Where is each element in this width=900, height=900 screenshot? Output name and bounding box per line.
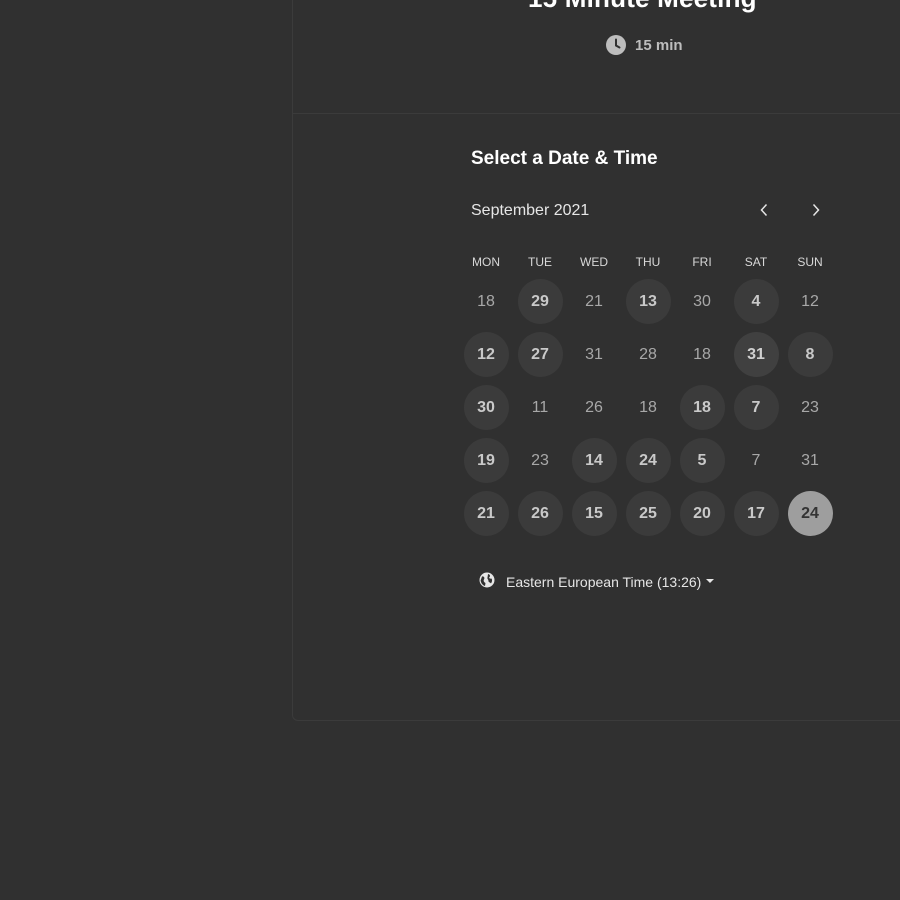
available-day-button[interactable]: 13 xyxy=(625,279,671,324)
calendar-cell: 8 xyxy=(783,328,837,381)
unavailable-day: 21 xyxy=(585,292,603,310)
clock-icon xyxy=(606,35,626,55)
calendar-cell: 24 xyxy=(621,434,675,487)
calendar-cell: 24 xyxy=(783,487,837,540)
calendar-cell: 20 xyxy=(675,487,729,540)
available-day-button[interactable]: 4 xyxy=(733,279,779,324)
available-day-button[interactable]: 27 xyxy=(517,332,563,377)
calendar-cell: 27 xyxy=(513,328,567,381)
available-day-button[interactable]: 29 xyxy=(517,279,563,324)
calendar-cell: 18 xyxy=(621,381,675,434)
unavailable-day: 30 xyxy=(693,292,711,310)
caret-down-icon xyxy=(706,578,715,583)
next-month-button[interactable] xyxy=(804,200,828,224)
calendar-cell: 30 xyxy=(675,275,729,328)
weekday-label: TUE xyxy=(528,255,552,269)
calendar-cell: 12 xyxy=(459,328,513,381)
available-day-button[interactable]: 12 xyxy=(463,332,509,377)
weekday-label: SUN xyxy=(797,255,823,269)
calendar-cell: 5 xyxy=(675,434,729,487)
calendar-grid: 18 29 21 13 30 4 12 12 27 31 28 18 31 8 30 11 26 18 18 7 23 1… xyxy=(459,275,837,540)
calendar-cell: 26 xyxy=(567,381,621,434)
calendar-cell: 30 xyxy=(459,381,513,434)
selected-day-button[interactable]: 24 xyxy=(787,491,833,536)
calendar-cell: 14 xyxy=(567,434,621,487)
event-header: 15 Minute Meeting 15 min xyxy=(293,0,900,114)
previous-month-button[interactable] xyxy=(752,200,776,224)
calendar-cell: 7 xyxy=(729,434,783,487)
unavailable-day: 11 xyxy=(531,398,549,416)
calendar-cell: 25 xyxy=(621,487,675,540)
event-duration: 15 min xyxy=(606,35,683,55)
available-day-button[interactable]: 5 xyxy=(679,438,725,483)
calendar-cell: 17 xyxy=(729,487,783,540)
unavailable-day: 7 xyxy=(751,451,761,469)
month-label: September 2021 xyxy=(471,202,590,219)
available-day-button[interactable]: 31 xyxy=(733,332,779,377)
available-day-button[interactable]: 19 xyxy=(463,438,509,483)
unavailable-day: 31 xyxy=(801,451,819,469)
available-day-button[interactable]: 20 xyxy=(679,491,725,536)
timezone-selector[interactable]: Eastern European Time (13:26) xyxy=(479,572,715,591)
calendar-cell: 26 xyxy=(513,487,567,540)
calendar-cell: 7 xyxy=(729,381,783,434)
available-day-button[interactable]: 7 xyxy=(733,385,779,430)
unavailable-day: 12 xyxy=(801,292,819,310)
duration-label: 15 min xyxy=(635,36,683,54)
event-title: 15 Minute Meeting xyxy=(528,0,757,14)
available-day-button[interactable]: 15 xyxy=(571,491,617,536)
available-day-button[interactable]: 8 xyxy=(787,332,833,377)
available-day-button[interactable]: 25 xyxy=(625,491,671,536)
weekday-label: FRI xyxy=(692,255,712,269)
weekday-label: WED xyxy=(580,255,608,269)
available-day-button[interactable]: 30 xyxy=(463,385,509,430)
unavailable-day: 31 xyxy=(585,345,603,363)
chevron-left-icon xyxy=(759,203,769,222)
calendar-cell: 12 xyxy=(783,275,837,328)
available-day-button[interactable]: 18 xyxy=(679,385,725,430)
calendar-cell: 18 xyxy=(675,328,729,381)
calendar-cell: 28 xyxy=(621,328,675,381)
calendar-cell: 19 xyxy=(459,434,513,487)
unavailable-day: 18 xyxy=(639,398,657,416)
weekday-label: SAT xyxy=(744,255,768,269)
calendar-cell: 4 xyxy=(729,275,783,328)
calendar-cell: 11 xyxy=(513,381,567,434)
calendar-cell: 31 xyxy=(783,434,837,487)
weekday-label: MON xyxy=(472,255,500,269)
available-day-button[interactable]: 26 xyxy=(517,491,563,536)
available-day-button[interactable]: 17 xyxy=(733,491,779,536)
calendar-cell: 29 xyxy=(513,275,567,328)
timezone-label: Eastern European Time (13:26) xyxy=(506,573,702,590)
unavailable-day: 18 xyxy=(693,345,711,363)
weekday-label: THU xyxy=(635,255,661,269)
picker-heading: Select a Date & Time xyxy=(471,148,658,169)
calendar-cell: 23 xyxy=(513,434,567,487)
calendar-cell: 31 xyxy=(567,328,621,381)
calendar-cell: 18 xyxy=(675,381,729,434)
calendar-cell: 13 xyxy=(621,275,675,328)
chevron-right-icon xyxy=(811,203,821,222)
unavailable-day: 23 xyxy=(531,451,549,469)
calendar-cell: 21 xyxy=(459,487,513,540)
weekday-header: MON TUE WED THU FRI SAT SUN xyxy=(459,255,837,269)
available-day-button[interactable]: 14 xyxy=(571,438,617,483)
calendar-cell: 21 xyxy=(567,275,621,328)
globe-icon xyxy=(479,572,495,591)
unavailable-day: 18 xyxy=(477,292,495,310)
calendar-cell: 23 xyxy=(783,381,837,434)
calendar-cell: 15 xyxy=(567,487,621,540)
unavailable-day: 23 xyxy=(801,398,819,416)
calendar-cell: 31 xyxy=(729,328,783,381)
calendar-cell: 18 xyxy=(459,275,513,328)
unavailable-day: 28 xyxy=(639,345,657,363)
available-day-button[interactable]: 21 xyxy=(463,491,509,536)
booking-card: 15 Minute Meeting 15 min Select a Date &… xyxy=(292,0,900,721)
available-day-button[interactable]: 24 xyxy=(625,438,671,483)
unavailable-day: 26 xyxy=(585,398,603,416)
